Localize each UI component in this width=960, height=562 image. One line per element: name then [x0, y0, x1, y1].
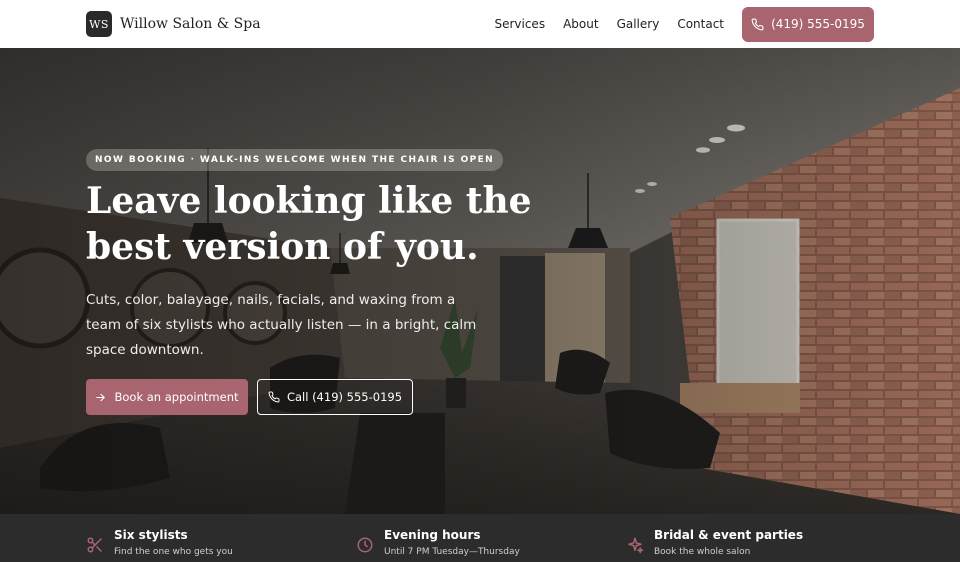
- nav-contact[interactable]: Contact: [677, 17, 724, 31]
- clock-icon: [357, 537, 373, 553]
- nav-gallery[interactable]: Gallery: [617, 17, 660, 31]
- hero-call-label: Call (419) 555-0195: [286, 390, 403, 404]
- hero-headline: Leave looking like the best version of y…: [86, 180, 532, 268]
- hero-overlay: [0, 48, 960, 514]
- hero-eyebrow-badge: NOW BOOKING · WALK-INS WELCOME WHEN THE …: [86, 149, 504, 171]
- feature-six-stylists: Six stylists Find the one who gets you: [86, 528, 233, 557]
- feature-subtitle: Until 7 PM Tuesday—Thursday: [384, 547, 520, 557]
- hero-call-button[interactable]: Call (419) 555-0195: [257, 379, 413, 415]
- feature-subtitle: Book the whole salon: [654, 547, 751, 557]
- feature-title: Six stylists: [114, 528, 188, 542]
- arrow-right-icon: [96, 393, 106, 401]
- header-call-button[interactable]: (419) 555-0195: [742, 6, 874, 42]
- brand-name: Willow Salon & Spa: [120, 16, 261, 32]
- brand-logo[interactable]: WS Willow Salon & Spa: [86, 11, 261, 37]
- feature-title: Bridal & event parties: [654, 528, 804, 542]
- hero-subtext: Cuts, color, balayage, nails, facials, a…: [86, 292, 477, 358]
- feature-title: Evening hours: [384, 528, 481, 542]
- nav-about[interactable]: About: [563, 17, 598, 31]
- phone-icon: [751, 18, 764, 30]
- feature-subtitle: Find the one who gets you: [114, 547, 233, 557]
- logo-mark: WS: [86, 11, 112, 37]
- main-nav: Services About Gallery Contact (419) 555…: [494, 6, 874, 42]
- site-header: WS Willow Salon & Spa Services About Gal…: [0, 0, 960, 48]
- nav-services[interactable]: Services: [494, 17, 545, 31]
- book-appointment-button[interactable]: Book an appointment: [86, 379, 248, 415]
- phone-icon: [268, 391, 280, 403]
- feature-evening-hours: Evening hours Until 7 PM Tuesday—Thursda…: [356, 528, 520, 557]
- features-bar: Six stylists Find the one who gets you E…: [0, 514, 960, 562]
- book-appointment-label: Book an appointment: [114, 390, 239, 404]
- header-call-label: (419) 555-0195: [771, 17, 865, 31]
- hero-section: NOW BOOKING · WALK-INS WELCOME WHEN THE …: [0, 48, 960, 514]
- scissors-icon: [87, 537, 102, 553]
- feature-bridal-parties: Bridal & event parties Book the whole sa…: [626, 528, 803, 557]
- sparkle-icon: [628, 537, 644, 554]
